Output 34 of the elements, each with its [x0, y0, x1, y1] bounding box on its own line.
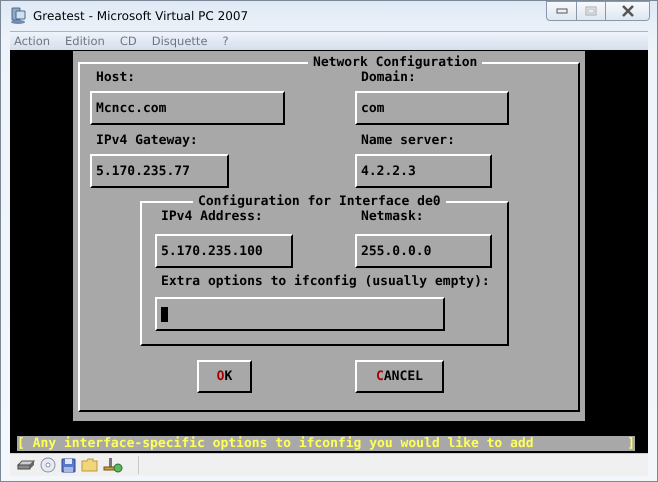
window-title: Greatest - Microsoft Virtual PC 2007	[33, 9, 248, 23]
dialog-title: Network Configuration	[312, 55, 478, 70]
menu-item[interactable]: ?	[222, 34, 229, 48]
field-label: IPv4 Gateway:	[95, 133, 198, 148]
text-cursor	[161, 306, 168, 322]
minimize-icon	[556, 8, 568, 14]
disc-icon[interactable]	[40, 457, 56, 473]
hard-disk-icon[interactable]	[17, 459, 35, 471]
field-label: Name server:	[360, 133, 455, 148]
minimize-button[interactable]	[546, 1, 576, 21]
maximize-icon	[585, 6, 597, 16]
close-icon	[620, 5, 634, 17]
dialog-button[interactable]: OK	[197, 360, 252, 393]
input-field[interactable]: com	[355, 91, 509, 125]
field-label: IPv4 Address:	[160, 209, 263, 224]
close-button[interactable]	[606, 1, 650, 21]
input-field[interactable]: 255.0.0.0	[355, 234, 492, 268]
dialog-button[interactable]: CANCEL	[355, 360, 444, 393]
menu-item[interactable]: Edition	[65, 34, 105, 48]
field-label: Netmask:	[360, 209, 424, 224]
input-field[interactable]	[155, 297, 445, 331]
computer-icon	[9, 7, 27, 25]
input-field[interactable]: Mcncc.com	[90, 91, 285, 125]
input-field[interactable]: 5.170.235.100	[155, 234, 293, 268]
input-field[interactable]: 5.170.235.77	[90, 154, 229, 188]
network-icon[interactable]	[103, 457, 123, 473]
field-label: Domain:	[360, 70, 416, 85]
group-title: Configuration for Interface de0	[197, 194, 442, 209]
input-field[interactable]: 4.2.2.3	[355, 154, 492, 188]
menu-item[interactable]: Action	[14, 34, 50, 48]
menu-item[interactable]: Disquette	[152, 34, 208, 48]
field-label: Extra options to ifconfig (usually empty):	[160, 274, 491, 289]
menu-item[interactable]: CD	[120, 34, 137, 48]
field-label: Host:	[95, 70, 136, 85]
